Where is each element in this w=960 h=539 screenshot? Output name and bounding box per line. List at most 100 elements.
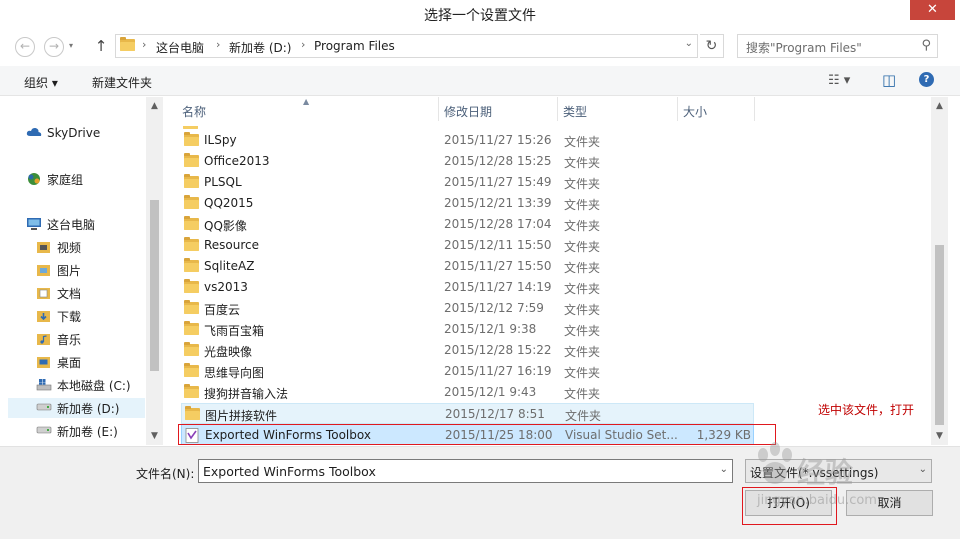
search-input[interactable]: 搜索"Program Files" ⚲ (737, 34, 938, 58)
path-field[interactable]: › 这台电脑 › 新加卷 (D:) › Program Files ⌄ (115, 34, 698, 58)
chevron-down-icon[interactable]: ⌄ (720, 464, 728, 475)
chevron-right-icon: › (301, 38, 306, 51)
file-row[interactable]: 光盘映像 2015/12/28 15:22 文件夹 (181, 340, 754, 361)
nav-item-music[interactable]: 音乐 (36, 329, 81, 349)
forward-button[interactable]: → (44, 37, 64, 57)
nav-item-desktop[interactable]: 桌面 (36, 352, 81, 372)
help-icon[interactable]: ? (919, 72, 934, 87)
folder-icon (184, 342, 199, 356)
file-type: 文件夹 (564, 177, 601, 191)
file-type: 文件夹 (564, 324, 601, 338)
nav-item-this-pc[interactable]: 这台电脑 (26, 214, 95, 234)
file-type: 文件夹 (564, 198, 601, 212)
nav-item-documents[interactable]: 文档 (36, 283, 81, 303)
file-row-hovered[interactable]: 图片拼接软件 2015/12/17 8:51 文件夹 (181, 403, 754, 424)
column-divider[interactable] (557, 97, 558, 121)
up-button[interactable]: ↑ (93, 36, 109, 56)
pictures-folder-icon (36, 263, 52, 277)
file-type: 文件夹 (564, 303, 601, 317)
file-row[interactable]: PLSQL 2015/11/27 15:49 文件夹 (181, 172, 754, 193)
arrow-up-icon: ↑ (94, 37, 108, 55)
annotation-text: 选中该文件，打开 (818, 403, 915, 417)
file-row[interactable]: Resource 2015/12/11 15:50 文件夹 (181, 235, 754, 256)
file-name: vs2013 (204, 280, 248, 294)
chevron-down-icon[interactable]: ⌄ (919, 464, 927, 475)
file-type-filter[interactable]: 设置文件(*.vssettings) ⌄ (745, 459, 932, 483)
column-divider[interactable] (438, 97, 439, 121)
column-header-type[interactable]: 类型 (563, 103, 587, 120)
title-bar: 选择一个设置文件 ✕ (0, 0, 960, 27)
file-row[interactable]: QQ影像 2015/12/28 17:04 文件夹 (181, 214, 754, 235)
file-date: 2015/12/1 9:38 (444, 322, 537, 336)
close-button[interactable]: ✕ (910, 0, 955, 20)
refresh-button[interactable]: ↻ (700, 34, 724, 58)
file-name: ILSpy (204, 133, 237, 147)
folder-icon (184, 300, 199, 314)
nav-item-skydrive[interactable]: SkyDrive (26, 123, 100, 143)
nav-item-downloads[interactable]: 下载 (36, 306, 81, 326)
filename-input[interactable]: Exported WinForms Toolbox ⌄ (198, 459, 733, 483)
system-drive-icon (36, 378, 52, 392)
file-date: 2015/12/28 15:25 (444, 154, 552, 168)
column-header-date[interactable]: 修改日期 (444, 103, 492, 120)
file-row[interactable]: 思维导向图 2015/11/27 16:19 文件夹 (181, 361, 754, 382)
homegroup-icon (26, 172, 42, 186)
column-header-name[interactable]: 名称 (182, 103, 206, 120)
column-header-size[interactable]: 大小 (683, 103, 707, 120)
folder-icon (184, 153, 199, 167)
chevron-up-icon[interactable]: ▲ (146, 101, 163, 111)
chevron-down-icon[interactable]: ⌄ (685, 38, 693, 49)
nav-item-drive-d[interactable]: 新加卷 (D:) (8, 398, 145, 418)
file-date: 2015/11/27 15:26 (444, 133, 552, 147)
nav-scrollbar[interactable]: ▲ ▼ (146, 97, 163, 445)
back-button[interactable]: ← (15, 37, 35, 57)
column-divider[interactable] (754, 97, 755, 121)
file-row[interactable]: ILSpy 2015/11/27 15:26 文件夹 (181, 130, 754, 151)
folder-icon (184, 237, 199, 251)
chevron-up-icon[interactable]: ▲ (931, 101, 948, 111)
chevron-down-icon[interactable]: ▼ (931, 431, 948, 441)
breadcrumb-this-pc[interactable]: 这台电脑 (156, 39, 204, 56)
file-type: 文件夹 (564, 219, 601, 233)
file-row[interactable]: vs2013 2015/11/27 14:19 文件夹 (181, 277, 754, 298)
nav-scrollbar-thumb[interactable] (150, 200, 159, 371)
view-options-icon[interactable]: ☷ ▾ (828, 73, 850, 88)
new-folder-button[interactable]: 新建文件夹 (92, 74, 152, 91)
nav-item-pictures[interactable]: 图片 (36, 260, 81, 280)
file-row[interactable]: SqliteAZ 2015/11/27 15:50 文件夹 (181, 256, 754, 277)
nav-label: 文档 (57, 286, 82, 301)
file-name: 搜狗拼音输入法 (204, 387, 289, 401)
breadcrumb-drive-d[interactable]: 新加卷 (D:) (229, 39, 291, 56)
nav-label: 音乐 (57, 332, 82, 347)
recent-locations-dropdown[interactable]: ▾ (69, 41, 73, 50)
organize-button[interactable]: 组织 ▾ (24, 74, 58, 91)
file-date: 2015/11/27 16:19 (444, 364, 552, 378)
file-date: 2015/12/28 15:22 (444, 343, 552, 357)
file-row[interactable]: 飞雨百宝箱 2015/12/1 9:38 文件夹 (181, 319, 754, 340)
file-row[interactable]: 百度云 2015/12/12 7:59 文件夹 (181, 298, 754, 319)
arrow-left-icon: ← (19, 39, 31, 53)
file-list-scrollbar-thumb[interactable] (935, 245, 944, 425)
file-type-filter-value: 设置文件(*.vssettings) (750, 466, 879, 480)
nav-label: 视频 (57, 240, 82, 255)
file-list-scrollbar[interactable]: ▲ ▼ (931, 97, 948, 445)
nav-item-videos[interactable]: 视频 (36, 237, 81, 257)
computer-icon (26, 217, 42, 231)
column-divider[interactable] (677, 97, 678, 121)
preview-pane-icon[interactable]: ◫ (882, 71, 896, 89)
chevron-down-icon[interactable]: ▼ (146, 431, 163, 441)
nav-item-drive-c[interactable]: 本地磁盘 (C:) (36, 375, 131, 395)
file-name: 光盘映像 (204, 345, 253, 359)
file-date: 2015/12/12 7:59 (444, 301, 544, 315)
folder-icon (184, 363, 199, 377)
file-row[interactable]: 搜狗拼音输入法 2015/12/1 9:43 文件夹 (181, 382, 754, 403)
file-row[interactable]: Office2013 2015/12/28 15:25 文件夹 (181, 151, 754, 172)
cancel-button[interactable]: 取消 (846, 490, 933, 516)
nav-item-drive-e[interactable]: 新加卷 (E:) (36, 421, 118, 441)
file-type: 文件夹 (564, 261, 601, 275)
file-row[interactable]: QQ2015 2015/12/21 13:39 文件夹 (181, 193, 754, 214)
breadcrumb-program-files[interactable]: Program Files (314, 39, 395, 53)
file-date: 2015/11/27 15:50 (444, 259, 552, 273)
nav-item-homegroup[interactable]: 家庭组 (26, 169, 83, 189)
videos-folder-icon (36, 240, 52, 254)
